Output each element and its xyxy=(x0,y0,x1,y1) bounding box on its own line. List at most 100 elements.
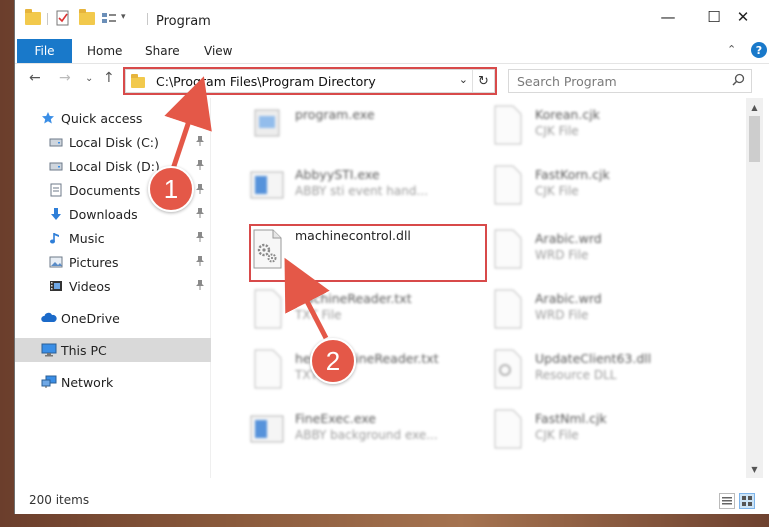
navigation-pane: Quick access Local Disk (C:) Local Disk … xyxy=(15,98,211,478)
drive-icon xyxy=(49,135,63,149)
sidebar-item-label: This PC xyxy=(61,343,107,358)
exe-icon xyxy=(249,164,285,206)
cjk-file-icon xyxy=(489,164,525,206)
computer-icon xyxy=(41,343,57,357)
scroll-down-icon[interactable]: ▼ xyxy=(746,462,763,476)
file-item[interactable]: Korean.cjk CJK File xyxy=(477,98,717,154)
file-name: Arabic.wrd xyxy=(535,231,602,246)
customize-toolbar-icon[interactable]: ▾ xyxy=(121,12,137,28)
details-view-icon[interactable] xyxy=(719,493,735,509)
file-name: Arabic.wrd xyxy=(535,291,602,306)
file-item[interactable]: Arabic.wrd WRD File xyxy=(477,282,717,338)
file-type: TXT File xyxy=(295,308,342,322)
forward-button[interactable]: → xyxy=(59,70,71,86)
sidebar-item-videos[interactable]: Videos xyxy=(15,274,211,298)
sidebar-item-network[interactable]: Network xyxy=(15,370,211,394)
dll-icon xyxy=(489,348,525,390)
file-item[interactable]: AbbyySTI.exe ABBY sti event hand... xyxy=(237,158,477,214)
title-bar: ▾ Program — ☐ ✕ xyxy=(15,0,769,38)
file-type: ABBY sti event hand... xyxy=(295,184,428,198)
minimize-button[interactable]: — xyxy=(645,0,691,34)
large-icons-view-icon[interactable] xyxy=(739,493,755,509)
file-item[interactable]: Arabic.wrd WRD File xyxy=(477,222,717,278)
recent-locations-button[interactable]: ⌄ xyxy=(85,73,93,84)
file-type: WRD File xyxy=(535,248,589,262)
sidebar-item-label: Local Disk (C:) xyxy=(69,135,159,150)
tab-view[interactable]: View xyxy=(204,44,232,58)
exe-icon xyxy=(249,408,285,450)
file-type: WRD File xyxy=(535,308,589,322)
address-row: ← → ⌄ ↑ C:\Program Files\Program Directo… xyxy=(15,64,769,98)
star-icon xyxy=(41,111,55,125)
pin-icon[interactable] xyxy=(195,207,205,222)
callout-two: 2 xyxy=(310,338,356,384)
documents-icon xyxy=(49,183,63,197)
sidebar-item-label: Documents xyxy=(69,183,141,198)
address-highlight-box xyxy=(123,67,497,95)
expand-ribbon-icon[interactable]: ⌃ xyxy=(727,43,736,56)
sidebar-item-label: Pictures xyxy=(69,255,119,270)
sidebar-item-quick-access[interactable]: Quick access xyxy=(15,106,211,130)
back-button[interactable]: ← xyxy=(29,70,41,86)
file-item[interactable]: helpMachineReader.txt TXT File xyxy=(237,342,477,398)
tab-share[interactable]: Share xyxy=(145,44,180,58)
file-item[interactable]: MachineReader.txt TXT File xyxy=(237,282,477,338)
view-options-icon[interactable] xyxy=(101,10,117,26)
new-folder-icon[interactable] xyxy=(79,9,95,26)
window-title: Program xyxy=(156,14,211,29)
sidebar-item-onedrive[interactable]: OneDrive xyxy=(15,306,211,330)
callout-one: 1 xyxy=(148,166,194,212)
file-name: AbbyySTI.exe xyxy=(295,167,380,182)
scroll-thumb[interactable] xyxy=(749,116,760,162)
file-explorer-window: ▾ Program — ☐ ✕ File Home Share View ⌃ ?… xyxy=(14,0,769,514)
sidebar-item-label: Local Disk (D:) xyxy=(69,159,160,174)
sidebar-item-this-pc[interactable]: This PC xyxy=(15,338,211,362)
pin-icon[interactable] xyxy=(195,279,205,294)
tab-home[interactable]: Home xyxy=(87,44,122,58)
file-item[interactable]: FastNml.cjk CJK File xyxy=(477,402,717,458)
item-count: 200 items xyxy=(29,493,90,507)
cloud-icon xyxy=(41,311,57,325)
pin-icon[interactable] xyxy=(195,159,205,174)
ribbon-tabs: File Home Share View ⌃ ? xyxy=(15,38,769,64)
file-list: program.exe AbbyySTI.exe ABBY sti event … xyxy=(225,98,745,478)
text-file-icon xyxy=(249,348,285,390)
pin-icon[interactable] xyxy=(195,231,205,246)
up-button[interactable]: ↑ xyxy=(103,70,115,86)
properties-icon[interactable] xyxy=(55,10,71,26)
sidebar-item-local-disk-c[interactable]: Local Disk (C:) xyxy=(15,130,211,154)
search-placeholder: Search Program xyxy=(517,74,617,89)
text-file-icon xyxy=(249,288,285,330)
music-icon xyxy=(49,231,63,245)
download-icon xyxy=(49,207,63,221)
file-item[interactable]: program.exe xyxy=(237,98,477,154)
sidebar-item-label: Music xyxy=(69,231,105,246)
file-name: MachineReader.txt xyxy=(295,291,412,306)
scroll-up-icon[interactable]: ▲ xyxy=(746,100,763,114)
file-type: CJK File xyxy=(535,184,579,198)
sidebar-item-label: Network xyxy=(61,375,114,390)
sidebar-item-pictures[interactable]: Pictures xyxy=(15,250,211,274)
file-name: FastNml.cjk xyxy=(535,411,607,426)
vertical-scrollbar[interactable]: ▲ ▼ xyxy=(746,98,763,478)
file-item[interactable]: FineExec.exe ABBY background exe... xyxy=(237,402,477,458)
file-item[interactable]: FastKorn.cjk CJK File xyxy=(477,158,717,214)
pin-icon[interactable] xyxy=(195,255,205,270)
file-type: CJK File xyxy=(535,124,579,138)
search-icon[interactable] xyxy=(732,73,745,90)
sidebar-item-music[interactable]: Music xyxy=(15,226,211,250)
title-separator xyxy=(147,13,148,25)
pin-icon[interactable] xyxy=(195,183,205,198)
pin-icon[interactable] xyxy=(195,135,205,150)
tab-file[interactable]: File xyxy=(17,39,72,63)
network-icon xyxy=(41,375,57,389)
sidebar-item-label: Downloads xyxy=(69,207,138,222)
file-item[interactable]: UpdateClient63.dll Resource DLL xyxy=(477,342,717,398)
help-icon[interactable]: ? xyxy=(751,42,767,58)
close-button[interactable]: ✕ xyxy=(720,0,766,34)
file-highlight-box xyxy=(249,224,487,282)
file-type: ABBY background exe... xyxy=(295,428,438,442)
search-input[interactable]: Search Program xyxy=(508,69,752,93)
cjk-file-icon xyxy=(489,408,525,450)
file-name: program.exe xyxy=(295,107,375,122)
